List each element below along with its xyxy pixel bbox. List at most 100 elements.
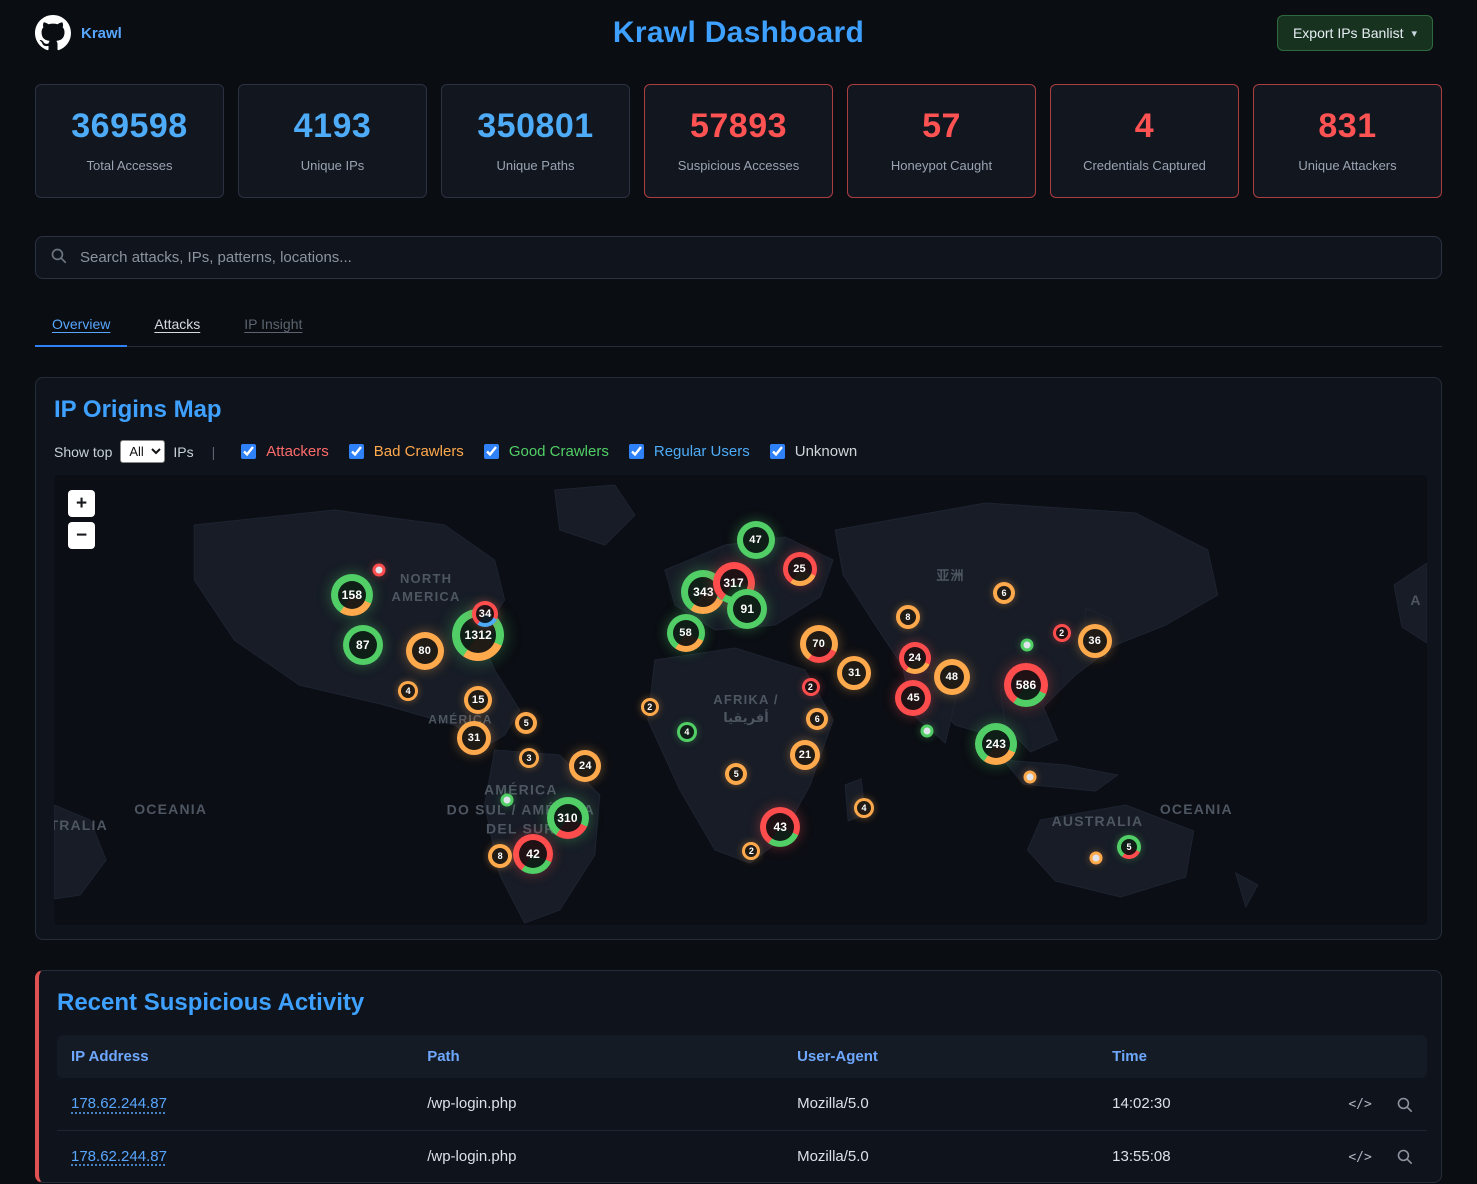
map-marker[interactable]: 158 — [331, 574, 373, 616]
map-marker[interactable]: 24 — [899, 642, 931, 674]
separator: | — [212, 444, 216, 460]
map-marker-count — [924, 728, 931, 735]
map-marker[interactable]: 31 — [837, 656, 871, 690]
zoom-out-button[interactable]: − — [68, 522, 95, 549]
map-marker[interactable]: 4 — [854, 798, 874, 818]
map-marker-count: 21 — [795, 745, 815, 765]
map-marker-count: 6 — [997, 586, 1011, 600]
map-marker-count: 586 — [1011, 670, 1041, 700]
ip-address-link[interactable]: 178.62.244.87 — [71, 1148, 167, 1165]
show-top-select[interactable]: All — [120, 440, 165, 463]
map-marker[interactable]: 5 — [1117, 835, 1141, 859]
map-marker-count: 25 — [788, 557, 812, 581]
map-marker[interactable]: 48 — [934, 659, 970, 695]
map-marker[interactable]: 2 — [802, 678, 820, 696]
legend-checkbox[interactable] — [349, 444, 364, 459]
legend-checkbox[interactable] — [241, 444, 256, 459]
map-marker[interactable]: 5 — [515, 712, 537, 734]
search-bar — [35, 236, 1442, 279]
map-marker[interactable] — [373, 563, 386, 576]
map-marker[interactable]: 243 — [975, 723, 1017, 765]
map-marker[interactable] — [921, 725, 934, 738]
stat-value: 4 — [1057, 107, 1232, 146]
tab-overview[interactable]: Overview — [35, 305, 127, 347]
world-map[interactable]: + − NORTH AMERICA亚洲AFRIKA / أفريقياAMÉRI… — [54, 475, 1427, 925]
map-marker[interactable]: 21 — [790, 740, 820, 770]
map-marker[interactable] — [1021, 639, 1034, 652]
map-marker-count: 4 — [401, 684, 415, 698]
stat-label: Unique IPs — [245, 158, 420, 173]
recent-suspicious-activity-panel: Recent Suspicious Activity IP AddressPat… — [35, 970, 1442, 1183]
map-marker[interactable]: 80 — [406, 632, 444, 670]
map-marker-count: 58 — [673, 620, 699, 646]
map-marker[interactable]: 6 — [806, 708, 828, 730]
map-marker[interactable]: 25 — [783, 552, 817, 586]
map-marker[interactable]: 36 — [1078, 624, 1112, 658]
row-search-icon[interactable] — [1396, 1095, 1413, 1112]
row-search-icon[interactable] — [1396, 1148, 1413, 1165]
map-marker[interactable] — [1024, 770, 1037, 783]
search-input[interactable] — [35, 236, 1442, 279]
stat-card: 4 Credentials Captured — [1050, 84, 1239, 198]
map-marker[interactable]: 2 — [1053, 624, 1071, 642]
map-marker-count: 5 — [729, 767, 743, 781]
column-header-path: Path — [413, 1035, 783, 1078]
map-marker[interactable] — [1090, 851, 1103, 864]
map-marker[interactable]: 87 — [343, 625, 383, 665]
path-cell: /wp-login.php — [413, 1078, 783, 1130]
tab-ip-insight[interactable]: IP Insight — [227, 305, 319, 346]
map-marker[interactable]: 310 — [547, 797, 589, 839]
map-marker-count — [376, 566, 383, 573]
legend-label: Bad Crawlers — [374, 443, 464, 460]
ip-address-link[interactable]: 178.62.244.87 — [71, 1095, 167, 1112]
map-marker[interactable]: 42 — [513, 834, 553, 874]
map-marker[interactable]: 4 — [677, 722, 697, 742]
zoom-in-button[interactable]: + — [68, 490, 95, 517]
map-region-label: AUSTRALIA — [1052, 812, 1144, 832]
map-marker-count: 2 — [745, 845, 757, 857]
map-marker[interactable]: 4 — [398, 681, 418, 701]
stat-card: 831 Unique Attackers — [1253, 84, 1442, 198]
map-marker[interactable]: 34 — [472, 601, 498, 627]
map-marker[interactable]: 3 — [519, 748, 539, 768]
map-marker[interactable]: 58 — [667, 614, 705, 652]
map-marker-count: 8 — [900, 609, 916, 625]
map-marker[interactable]: 6 — [993, 582, 1015, 604]
map-region-label: AFRIKA / أفريقيا — [713, 691, 778, 727]
legend-item: Good Crawlers — [480, 441, 609, 462]
map-marker[interactable]: 8 — [896, 605, 920, 629]
map-region-label: OCEANIA — [134, 800, 207, 820]
time-cell: 13:55:08 — [1098, 1130, 1331, 1182]
tab-attacks[interactable]: Attacks — [137, 305, 217, 346]
map-marker[interactable]: 8 — [488, 844, 512, 868]
stat-value: 4193 — [245, 107, 420, 146]
github-icon — [35, 15, 71, 51]
table-row: 178.62.244.87 /wp-login.php Mozilla/5.0 … — [57, 1130, 1427, 1182]
map-marker[interactable] — [501, 793, 514, 806]
export-banlist-button[interactable]: Export IPs Banlist ▾ — [1277, 15, 1433, 51]
map-marker-count: 80 — [412, 638, 438, 664]
legend-checkbox[interactable] — [770, 444, 785, 459]
legend-checkbox[interactable] — [484, 444, 499, 459]
stat-card: 57 Honeypot Caught — [847, 84, 1036, 198]
stats-row: 369598 Total Accesses 4193 Unique IPs 35… — [0, 58, 1477, 198]
map-region-label: OCEANIA — [1160, 800, 1233, 820]
map-marker[interactable]: 45 — [895, 680, 931, 716]
map-marker[interactable]: 2 — [641, 698, 659, 716]
map-marker[interactable]: 2 — [742, 842, 760, 860]
legend-checkbox[interactable] — [629, 444, 644, 459]
map-marker[interactable]: 70 — [800, 625, 838, 663]
code-icon[interactable]: </> — [1348, 1150, 1371, 1165]
map-marker[interactable]: 47 — [737, 521, 775, 559]
brand-logo[interactable]: Krawl — [35, 15, 122, 51]
map-marker-count: 15 — [468, 690, 488, 710]
map-marker[interactable]: 5 — [725, 763, 747, 785]
code-icon[interactable]: </> — [1348, 1097, 1371, 1112]
map-marker[interactable]: 586 — [1004, 663, 1048, 707]
map-marker[interactable]: 91 — [727, 589, 767, 629]
stat-label: Unique Attackers — [1260, 158, 1435, 173]
map-marker[interactable]: 43 — [760, 807, 800, 847]
map-marker[interactable]: 15 — [464, 686, 492, 714]
map-marker[interactable]: 31 — [457, 721, 491, 755]
map-marker[interactable]: 24 — [569, 750, 601, 782]
